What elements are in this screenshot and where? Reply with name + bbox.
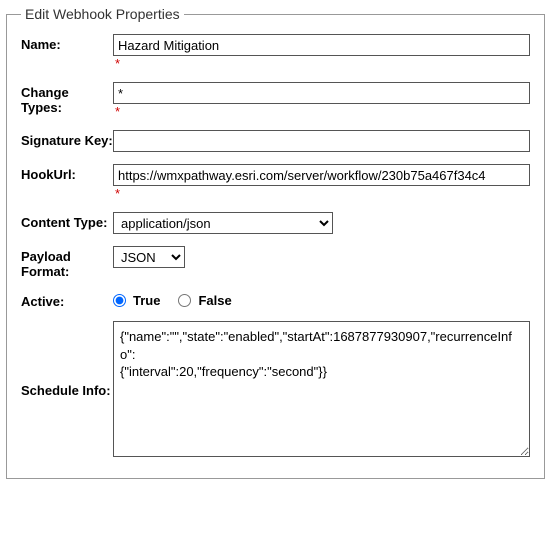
content-type-select[interactable]: application/json — [113, 212, 333, 234]
signature-key-input[interactable] — [113, 130, 530, 152]
row-content-type: Content Type: application/json — [21, 212, 530, 234]
hook-url-input[interactable] — [113, 164, 530, 186]
row-change-types: Change Types: * — [21, 82, 530, 118]
active-true-option[interactable]: True — [113, 293, 160, 308]
payload-format-select[interactable]: JSON — [113, 246, 185, 268]
label-payload-format: Payload Format: — [21, 246, 113, 279]
row-payload-format: Payload Format: JSON — [21, 246, 530, 279]
row-schedule-info: Schedule Info: — [21, 321, 530, 460]
active-false-label: False — [198, 293, 231, 308]
active-false-option[interactable]: False — [178, 293, 231, 308]
schedule-info-textarea[interactable] — [113, 321, 530, 457]
label-name: Name: — [21, 34, 113, 52]
field-schedule-info — [113, 321, 530, 460]
label-active: Active: — [21, 291, 113, 309]
active-false-radio[interactable] — [178, 294, 191, 307]
active-true-radio[interactable] — [113, 294, 126, 307]
active-true-label: True — [133, 293, 160, 308]
field-name: * — [113, 34, 530, 70]
fieldset-legend: Edit Webhook Properties — [21, 6, 184, 22]
edit-webhook-fieldset: Edit Webhook Properties Name: * Change T… — [6, 6, 545, 479]
row-name: Name: * — [21, 34, 530, 70]
row-signature-key: Signature Key: — [21, 130, 530, 152]
change-types-input[interactable] — [113, 82, 530, 104]
field-change-types: * — [113, 82, 530, 118]
field-active: True False — [113, 291, 530, 308]
field-hook-url: * — [113, 164, 530, 200]
required-mark: * — [115, 105, 530, 118]
label-signature-key: Signature Key: — [21, 130, 113, 148]
name-input[interactable] — [113, 34, 530, 56]
label-change-types: Change Types: — [21, 82, 113, 115]
label-hook-url: HookUrl: — [21, 164, 113, 182]
row-active: Active: True False — [21, 291, 530, 309]
field-content-type: application/json — [113, 212, 530, 234]
label-schedule-info: Schedule Info: — [21, 321, 113, 460]
row-hook-url: HookUrl: * — [21, 164, 530, 200]
field-signature-key — [113, 130, 530, 152]
required-mark: * — [115, 187, 530, 200]
label-content-type: Content Type: — [21, 212, 113, 230]
field-payload-format: JSON — [113, 246, 530, 268]
required-mark: * — [115, 57, 530, 70]
